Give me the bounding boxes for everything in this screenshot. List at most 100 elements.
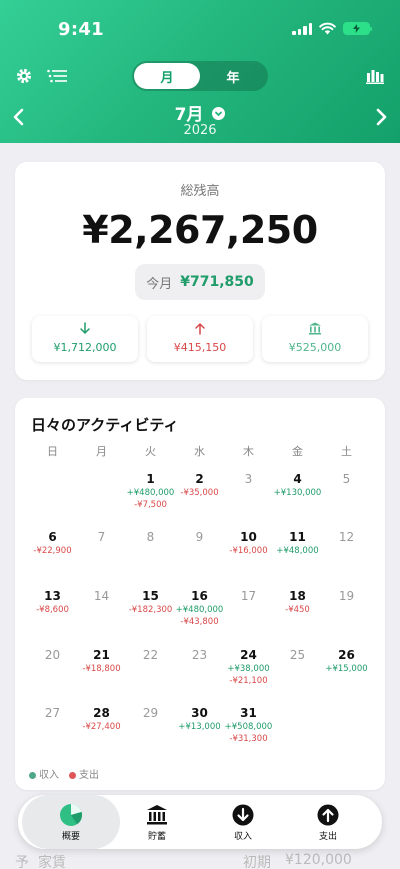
month-label: 7月	[174, 105, 204, 125]
calendar-day[interactable]: 20	[28, 647, 77, 663]
calendar-day[interactable]: 14	[77, 588, 126, 604]
month-selector[interactable]: 7月	[0, 100, 400, 125]
day-number: 6	[48, 530, 57, 544]
segment-month[interactable]: 月	[134, 63, 200, 89]
calendar-day[interactable]: 6 -¥22,900	[28, 529, 77, 557]
day-number: 16	[191, 589, 208, 603]
day-expense: -¥182,300	[128, 605, 173, 615]
savings-summary[interactable]: ¥525,000	[262, 316, 368, 362]
tab-savings-label: 貯蓄	[147, 831, 166, 842]
pie-chart-icon	[59, 803, 83, 827]
day-number: 20	[44, 648, 61, 662]
calendar-day[interactable]: 25	[273, 647, 322, 663]
weekday-label: 月	[96, 445, 107, 458]
calendar-day[interactable]: 9	[175, 529, 224, 545]
day-expense: -¥27,400	[82, 722, 121, 732]
calendar-day[interactable]: 22	[126, 647, 175, 663]
chevron-down-icon	[212, 106, 226, 120]
day-expense: -¥7,500	[134, 500, 167, 510]
bar-chart-icon[interactable]	[364, 66, 386, 86]
tab-expense[interactable]: 支出	[289, 795, 367, 849]
calendar-day[interactable]: 15 -¥182,300	[126, 588, 175, 616]
arrow-up-circle-icon	[317, 803, 339, 827]
chevron-right-icon[interactable]	[374, 108, 388, 130]
list-icon[interactable]	[46, 66, 68, 86]
activity-title: 日々のアクティビティ	[31, 416, 179, 434]
tab-expense-label: 支出	[318, 831, 337, 842]
day-income: +¥48,000	[276, 546, 319, 556]
day-number: 4	[293, 472, 302, 486]
battery-icon	[343, 22, 372, 35]
savings-summary-value: ¥525,000	[288, 341, 342, 354]
weekday-label: 日	[47, 445, 58, 458]
bank-icon	[146, 803, 168, 827]
calendar-day[interactable]: 10 -¥16,000	[224, 529, 273, 557]
total-balance-value: ¥2,267,250	[82, 208, 318, 252]
peek-mid: 初期	[243, 855, 271, 869]
expense-summary[interactable]: ¥415,150	[147, 316, 253, 362]
calendar-day[interactable]: 1 +¥480,000 -¥7,500	[126, 471, 175, 511]
income-summary[interactable]: ¥1,712,000	[32, 316, 138, 362]
calendar-day[interactable]: 28 -¥27,400	[77, 705, 126, 733]
day-number: 10	[240, 530, 257, 544]
day-number: 19	[338, 589, 355, 603]
day-income: +¥38,000	[227, 664, 270, 674]
calendar-day[interactable]: 5	[322, 471, 371, 487]
calendar-day[interactable]: 7	[77, 529, 126, 545]
day-number: 5	[342, 472, 351, 486]
tab-savings[interactable]: 貯蓄	[118, 795, 196, 849]
legend-income: 収入	[29, 766, 59, 781]
day-number: 31	[240, 706, 257, 720]
legend-expense: 支出	[69, 766, 99, 781]
calendar-day[interactable]: 12	[322, 529, 371, 545]
status-time: 9:41	[58, 19, 104, 40]
weekday-label: 土	[341, 445, 352, 458]
calendar-day[interactable]: 27	[28, 705, 77, 721]
segment-year[interactable]: 年	[200, 63, 266, 89]
day-income: +¥15,000	[325, 664, 368, 674]
calendar-day[interactable]: 17	[224, 588, 273, 604]
month-balance-value: ¥771,850	[180, 274, 254, 290]
month-balance-pill: 今月 ¥771,850	[135, 264, 265, 300]
tab-income[interactable]: 収入	[204, 795, 282, 849]
tab-overview[interactable]: 概要	[22, 795, 120, 849]
bank-icon	[262, 322, 368, 336]
month-balance-label: 今月	[146, 276, 173, 292]
calendar-day[interactable]: 24 +¥38,000 -¥21,100	[224, 647, 273, 687]
gear-icon[interactable]	[14, 66, 34, 86]
day-number: 29	[142, 706, 159, 720]
calendar-day[interactable]: 29	[126, 705, 175, 721]
day-income: +¥13,000	[178, 722, 221, 732]
signal-icon	[292, 22, 312, 35]
calendar-day[interactable]: 3	[224, 471, 273, 487]
calendar-day[interactable]: 26 +¥15,000	[322, 647, 371, 675]
calendar-day[interactable]: 23	[175, 647, 224, 663]
calendar-day[interactable]: 2 -¥35,000	[175, 471, 224, 499]
calendar-day[interactable]: 8	[126, 529, 175, 545]
peek-label: 家賃	[38, 855, 66, 869]
calendar-day[interactable]: 16 +¥480,000 -¥43,800	[175, 588, 224, 628]
calendar-day[interactable]: 11 +¥48,000	[273, 529, 322, 557]
peek-left-text: 予	[15, 855, 29, 869]
peek-value: ¥120,000	[285, 852, 352, 868]
calendar-day[interactable]: 30 +¥13,000	[175, 705, 224, 733]
day-number: 26	[338, 648, 355, 662]
day-number: 27	[44, 706, 61, 720]
day-expense: -¥22,900	[33, 546, 72, 556]
header: 9:41 月 年 7月 2026	[0, 0, 400, 143]
calendar-day[interactable]: 21 -¥18,800	[77, 647, 126, 675]
day-number: 1	[146, 472, 155, 486]
day-number: 8	[146, 530, 155, 544]
calendar-day[interactable]: 18 -¥450	[273, 588, 322, 616]
status-bar: 9:41	[0, 0, 400, 56]
calendar-day[interactable]: 4 +¥130,000	[273, 471, 322, 499]
calendar-day[interactable]: 31 +¥508,000 -¥31,300	[224, 705, 273, 745]
calendar-day[interactable]: 13 -¥8,600	[28, 588, 77, 616]
balance-card: 総残高 ¥2,267,250 今月 ¥771,850 ¥1,712,000 ¥4…	[15, 162, 385, 380]
total-balance-label: 総残高	[180, 184, 220, 199]
legend-expense-label: 支出	[79, 770, 99, 781]
calendar-day[interactable]: 19	[322, 588, 371, 604]
month-navigator: 7月 2026	[0, 98, 400, 142]
activity-card: 日々のアクティビティ 収入 支出 日 月 火 水 木 金 土 1 +¥480,000 -¥7,50…	[15, 398, 385, 790]
expense-summary-value: ¥415,150	[173, 341, 227, 354]
